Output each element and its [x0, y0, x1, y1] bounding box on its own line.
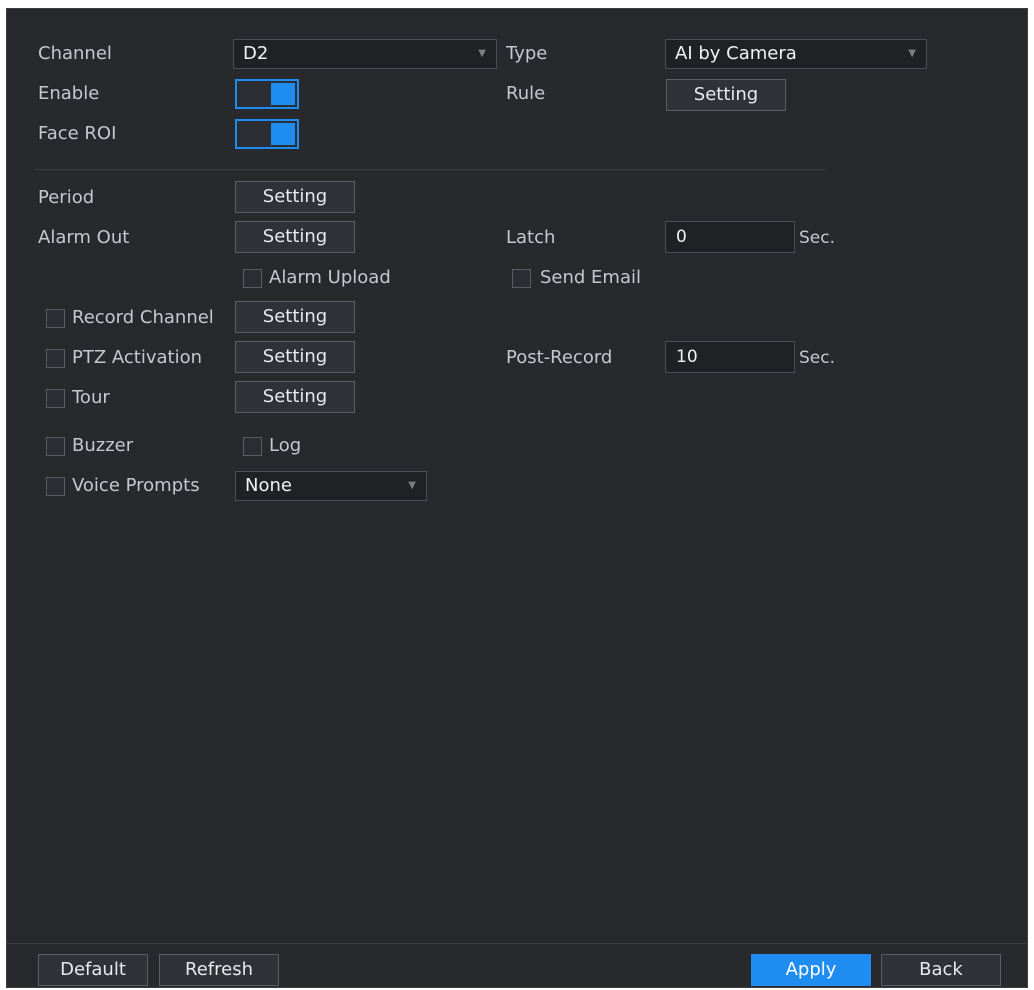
latch-unit: Sec.: [799, 228, 836, 248]
type-value: AI by Camera: [675, 43, 797, 64]
chevron-down-icon: ▼: [478, 48, 486, 59]
enable-toggle[interactable]: [235, 79, 299, 109]
chevron-down-icon: ▼: [908, 48, 916, 59]
event-settings-panel: Channel D2 ▼ Type AI by Camera ▼ Enable …: [6, 8, 1028, 988]
apply-button[interactable]: Apply: [751, 954, 871, 986]
chevron-down-icon: ▼: [408, 480, 416, 491]
type-label: Type: [506, 43, 548, 64]
alarm-out-setting-button[interactable]: Setting: [235, 221, 355, 253]
alarm-upload-label: Alarm Upload: [269, 267, 391, 288]
toggle-knob: [271, 123, 295, 145]
default-button[interactable]: Default: [38, 954, 148, 986]
latch-label: Latch: [506, 227, 556, 248]
toggle-knob: [271, 83, 295, 105]
tour-checkbox[interactable]: [46, 389, 65, 408]
enable-label: Enable: [38, 83, 100, 104]
buzzer-checkbox[interactable]: [46, 437, 65, 456]
section-divider: [35, 169, 825, 170]
voice-prompts-select[interactable]: None ▼: [235, 471, 427, 501]
tour-setting-button[interactable]: Setting: [235, 381, 355, 413]
refresh-button[interactable]: Refresh: [159, 954, 279, 986]
ptz-activation-setting-button[interactable]: Setting: [235, 341, 355, 373]
buzzer-label: Buzzer: [72, 435, 134, 456]
latch-input[interactable]: 0: [665, 221, 795, 253]
voice-prompts-value: None: [245, 475, 292, 496]
channel-value: D2: [243, 43, 269, 64]
rule-setting-button[interactable]: Setting: [666, 79, 786, 111]
voice-prompts-checkbox[interactable]: [46, 477, 65, 496]
type-select[interactable]: AI by Camera ▼: [665, 39, 927, 69]
record-channel-setting-button[interactable]: Setting: [235, 301, 355, 333]
ptz-activation-checkbox[interactable]: [46, 349, 65, 368]
face-roi-label: Face ROI: [38, 123, 117, 144]
send-email-label: Send Email: [540, 267, 641, 288]
voice-prompts-label: Voice Prompts: [72, 475, 200, 496]
post-record-input[interactable]: 10: [665, 341, 795, 373]
period-setting-button[interactable]: Setting: [235, 181, 355, 213]
post-record-label: Post-Record: [506, 347, 613, 368]
face-roi-toggle[interactable]: [235, 119, 299, 149]
record-channel-label: Record Channel: [72, 307, 214, 328]
tour-label: Tour: [72, 387, 110, 408]
ptz-activation-label: PTZ Activation: [72, 347, 203, 368]
footer-bar: Default Refresh Apply Back: [7, 943, 1027, 988]
post-record-unit: Sec.: [799, 348, 836, 368]
log-label: Log: [269, 435, 302, 456]
alarm-upload-checkbox[interactable]: [243, 269, 262, 288]
record-channel-checkbox[interactable]: [46, 309, 65, 328]
log-checkbox[interactable]: [243, 437, 262, 456]
channel-select[interactable]: D2 ▼: [233, 39, 497, 69]
alarm-out-label: Alarm Out: [38, 227, 130, 248]
channel-label: Channel: [38, 43, 112, 64]
back-button[interactable]: Back: [881, 954, 1001, 986]
rule-label: Rule: [506, 83, 546, 104]
send-email-checkbox[interactable]: [512, 269, 531, 288]
period-label: Period: [38, 187, 95, 208]
